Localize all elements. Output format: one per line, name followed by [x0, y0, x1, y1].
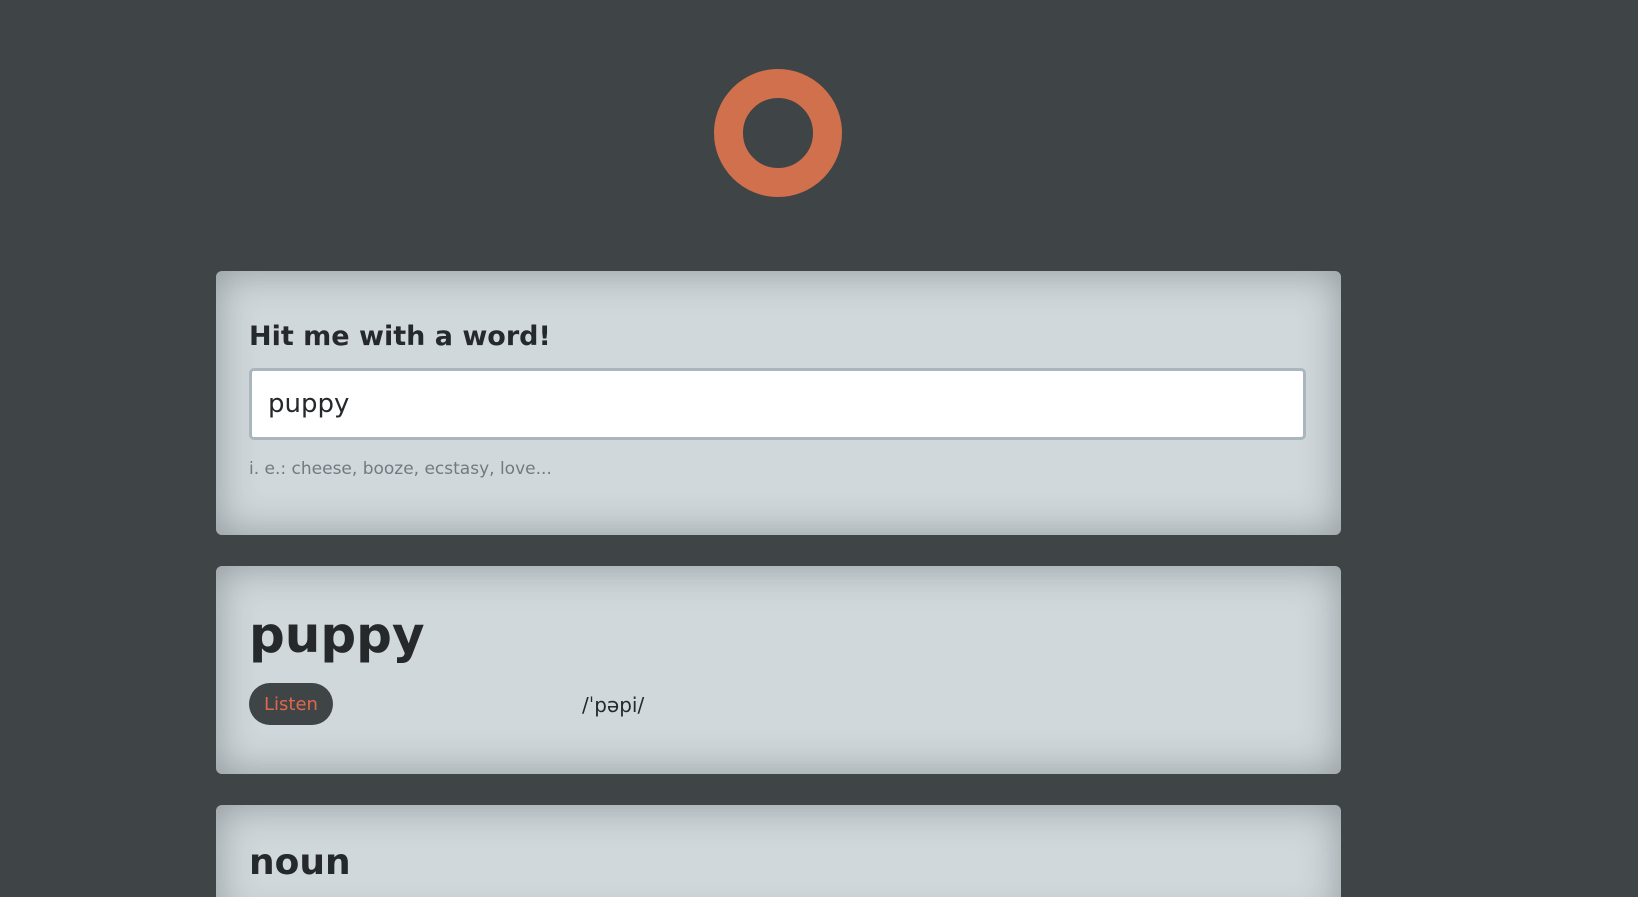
- search-card: Hit me with a word! i. e.: cheese, booze…: [216, 271, 1341, 535]
- word-title: puppy: [249, 606, 425, 664]
- phonetic-text: /ˈpəpi/: [582, 693, 645, 717]
- search-hint: i. e.: cheese, booze, ecstasy, love...: [249, 459, 552, 479]
- search-label: Hit me with a word!: [249, 321, 551, 352]
- ring-logo-icon: [714, 69, 842, 197]
- search-input[interactable]: [249, 368, 1306, 440]
- meaning-card: noun: [216, 805, 1341, 897]
- word-card: puppy Listen /ˈpəpi/: [216, 566, 1341, 774]
- dictionary-app: Hit me with a word! i. e.: cheese, booze…: [0, 0, 1638, 897]
- part-of-speech-heading: noun: [249, 842, 351, 883]
- listen-button[interactable]: Listen: [249, 683, 333, 725]
